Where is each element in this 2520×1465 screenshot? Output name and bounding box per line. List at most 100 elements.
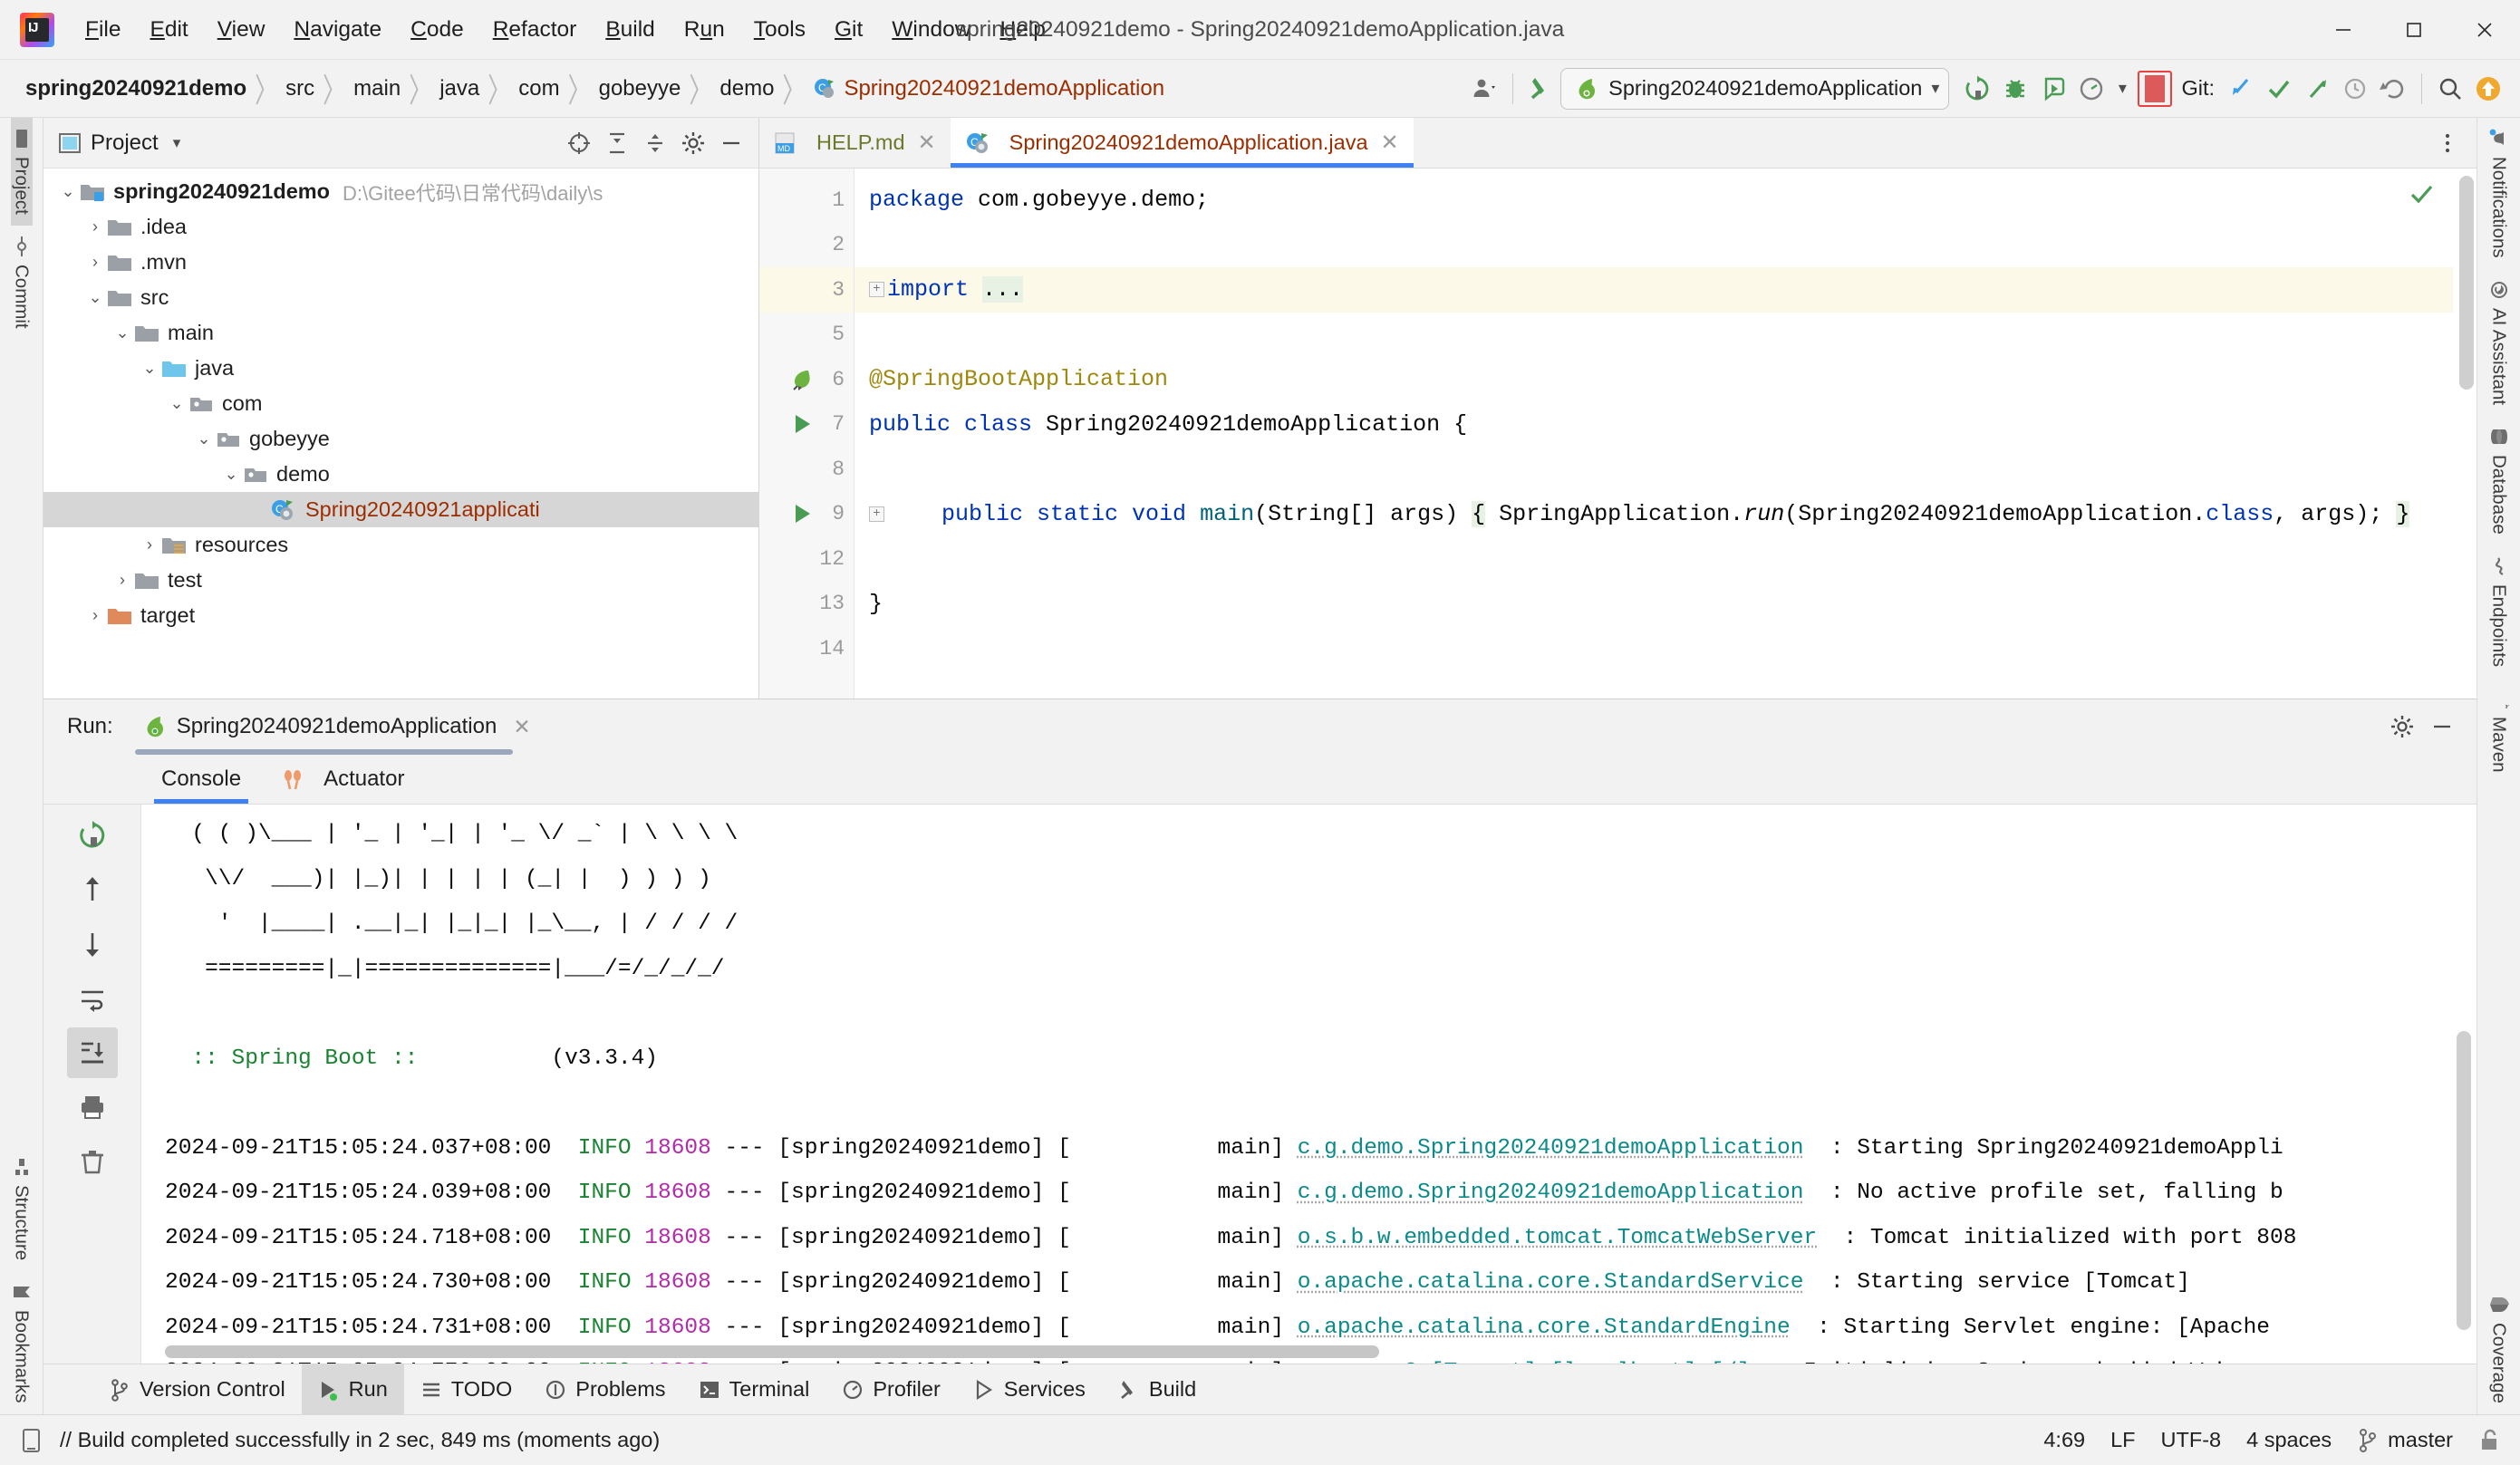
stripe-commit[interactable]: Commit [11, 226, 33, 340]
tree-row-resources[interactable]: › resources [43, 527, 758, 563]
run-configuration-selector[interactable]: Spring20240921demoApplication ▾ [1560, 67, 1950, 110]
code-line-9[interactable]: + public static void main (String[] args)… [854, 492, 2477, 537]
status-memory-icon[interactable] [20, 1427, 43, 1454]
menu-item-tools[interactable]: Tools [739, 12, 820, 48]
breadcrumb-demo[interactable]: demo [714, 74, 779, 103]
run-with-coverage-button[interactable] [2034, 68, 2072, 110]
close-button[interactable] [2449, 0, 2520, 60]
menu-item-git[interactable]: Git [820, 12, 877, 48]
menu-item-view[interactable]: View [203, 12, 280, 48]
gutter-line-9[interactable]: 9 [759, 492, 854, 537]
run-content-tabs[interactable]: Console Actuator [43, 754, 2477, 805]
file-encoding[interactable]: UTF-8 [2161, 1428, 2222, 1452]
code-text-area[interactable]: package com.gobeyye.demo; + import ... @Spr… [854, 169, 2477, 699]
soft-wrap-button[interactable] [67, 973, 118, 1024]
code-line-1[interactable]: package com.gobeyye.demo; [854, 178, 2477, 223]
print-button[interactable] [67, 1082, 118, 1132]
code-line-3[interactable]: + import ... [854, 267, 2477, 313]
menu-item-run[interactable]: Run [670, 12, 739, 48]
stripe-notifications[interactable]: Notifications [2488, 118, 2510, 269]
project-tree[interactable]: ⌄ spring20240921demo D:\Gitee代码\日常代码\daily… [43, 169, 758, 699]
gutter-line-14[interactable]: 14 [759, 626, 854, 671]
chevron-icon[interactable]: › [83, 253, 107, 272]
stripe-database[interactable]: Database [2488, 416, 2510, 545]
rerun-application-button[interactable] [67, 810, 118, 861]
chevron-icon[interactable]: › [83, 217, 107, 236]
editor-scrollbar[interactable] [2453, 169, 2477, 699]
tool-window-services[interactable]: Services [957, 1364, 1102, 1414]
scroll-to-end-button[interactable] [66, 1027, 118, 1078]
chevron-down-icon[interactable]: ▾ [1931, 79, 1939, 98]
editor-more-options-icon[interactable] [2429, 125, 2466, 161]
gutter-line-12[interactable]: 12 [759, 536, 854, 582]
chevron-icon[interactable]: ⌄ [56, 182, 80, 201]
menu-item-navigate[interactable]: Navigate [279, 12, 396, 48]
collapse-all-button[interactable] [637, 125, 673, 161]
menu-item-window[interactable]: Window [877, 12, 985, 48]
chevron-icon[interactable]: ⌄ [83, 288, 107, 307]
stripe-coverage[interactable]: Coverage [2488, 1284, 2510, 1414]
menu-item-refactor[interactable]: Refactor [478, 12, 592, 48]
git-update-project-button[interactable] [2222, 68, 2260, 110]
run-tab-Console[interactable]: Console [141, 754, 261, 804]
breadcrumb-spring20240921demo[interactable]: spring20240921demo [20, 74, 252, 103]
stripe-maven[interactable]: m Maven [2488, 678, 2510, 784]
more-run-options-icon[interactable]: ▾ [2110, 68, 2134, 110]
user-profile-icon[interactable] [1465, 68, 1503, 110]
git-push-button[interactable] [2298, 68, 2336, 110]
spring-bean-icon[interactable] [787, 366, 814, 393]
close-icon[interactable]: ✕ [918, 130, 936, 156]
menu-bar[interactable]: File Edit View Navigate Code Refactor Build Run… [71, 12, 1060, 48]
breadcrumb-gobeyye[interactable]: gobeyye [594, 74, 687, 103]
tool-window-version-control[interactable]: Version Control [92, 1364, 302, 1414]
code-line-8[interactable] [854, 447, 2477, 492]
chevron-icon[interactable]: › [138, 535, 161, 554]
tool-window-terminal[interactable]: Terminal [682, 1364, 826, 1414]
tree-row-target[interactable]: › target [43, 598, 758, 633]
chevron-icon[interactable]: › [111, 571, 134, 590]
tree-row-java[interactable]: ⌄ java [43, 351, 758, 386]
chevron-down-icon[interactable]: ▾ [173, 134, 181, 152]
run-gutter-icon[interactable] [790, 412, 814, 436]
console-horizontal-scrollbar[interactable] [165, 1345, 1379, 1358]
caret-position[interactable]: 4:69 [2043, 1428, 2085, 1452]
scroll-up-button[interactable] [67, 864, 118, 915]
stop-button[interactable] [2138, 70, 2173, 107]
chevron-icon[interactable]: ⌄ [165, 394, 188, 413]
lock-icon[interactable] [2478, 1428, 2500, 1453]
code-line-5[interactable] [854, 313, 2477, 358]
menu-item-file[interactable]: File [71, 12, 135, 48]
close-icon[interactable]: ✕ [1381, 130, 1399, 156]
gutter-line-5[interactable]: 5 [759, 313, 854, 358]
console-log-line[interactable]: 2024-09-21T15:05:24.731+08:00 INFO 18608… [141, 1306, 2477, 1351]
console-log-line[interactable]: 2024-09-21T15:05:24.730+08:00 INFO 18608… [141, 1260, 2477, 1306]
tree-row-demo[interactable]: ⌄ demo [43, 457, 758, 492]
code-line-12[interactable] [854, 536, 2477, 582]
code-line-2[interactable] [854, 223, 2477, 268]
hide-tool-window-button[interactable] [713, 125, 749, 161]
code-line-6[interactable]: @SpringBootApplication [854, 357, 2477, 402]
tool-window-run[interactable]: Run [301, 1364, 404, 1414]
hide-run-panel-button[interactable] [2424, 708, 2460, 745]
git-branch-widget[interactable]: master [2357, 1428, 2453, 1453]
tree-row-Spring20240921applicati[interactable]: C Spring20240921applicati [43, 492, 758, 527]
breadcrumb[interactable]: spring20240921demo 〉 src 〉 main 〉 java 〉 com 〉 gob… [20, 72, 1170, 110]
tree-row-.idea[interactable]: › .idea [43, 209, 758, 245]
settings-gear-icon[interactable] [675, 125, 711, 161]
minimize-button[interactable] [2308, 0, 2379, 60]
search-everywhere-icon[interactable] [2431, 68, 2469, 110]
clear-all-button[interactable] [67, 1136, 118, 1187]
console-output[interactable]: ( ( )\___ | '_ | '_| | '_ \/ _` | \ \ \ … [141, 805, 2477, 1364]
tree-row-com[interactable]: ⌄ com [43, 386, 758, 421]
menu-item-build[interactable]: Build [591, 12, 669, 48]
git-history-button[interactable] [2336, 68, 2374, 110]
breadcrumb-com[interactable]: com [513, 74, 565, 103]
run-settings-gear-icon[interactable] [2384, 708, 2420, 745]
indent-setting[interactable]: 4 spaces [2246, 1428, 2332, 1452]
chevron-icon[interactable]: ⌄ [111, 323, 134, 342]
console-log-line[interactable]: 2024-09-21T15:05:24.039+08:00 INFO 18608… [141, 1171, 2477, 1216]
console-log-line[interactable]: 2024-09-21T15:05:24.718+08:00 INFO 18608… [141, 1216, 2477, 1261]
gutter-line-6[interactable]: 6 [759, 357, 854, 402]
editor-tab-Spring20240921demoApplication.java[interactable]: C Spring20240921demoApplication.java ✕ [950, 118, 1414, 168]
code-line-7[interactable]: public class Spring20240921demoApplicati… [854, 402, 2477, 448]
